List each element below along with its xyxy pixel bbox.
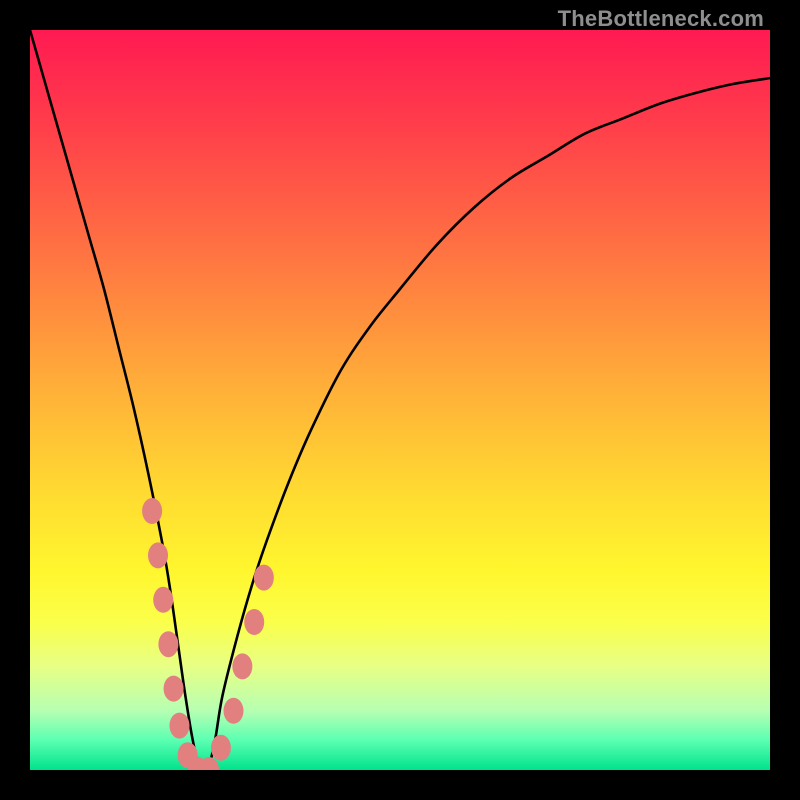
highlight-dot <box>158 631 178 657</box>
highlight-dot <box>169 713 189 739</box>
watermark-text: TheBottleneck.com <box>558 6 764 32</box>
highlight-dot <box>142 498 162 524</box>
chart-frame: TheBottleneck.com <box>0 0 800 800</box>
highlight-dot <box>224 698 244 724</box>
highlight-dot <box>211 735 231 761</box>
plot-area <box>30 30 770 770</box>
highlight-dot <box>232 653 252 679</box>
highlight-dot <box>244 609 264 635</box>
highlight-dot <box>148 542 168 568</box>
highlight-dot <box>164 676 184 702</box>
curve-layer <box>30 30 770 770</box>
bottleneck-curve <box>30 30 770 770</box>
highlight-dot <box>254 565 274 591</box>
highlight-dot <box>153 587 173 613</box>
